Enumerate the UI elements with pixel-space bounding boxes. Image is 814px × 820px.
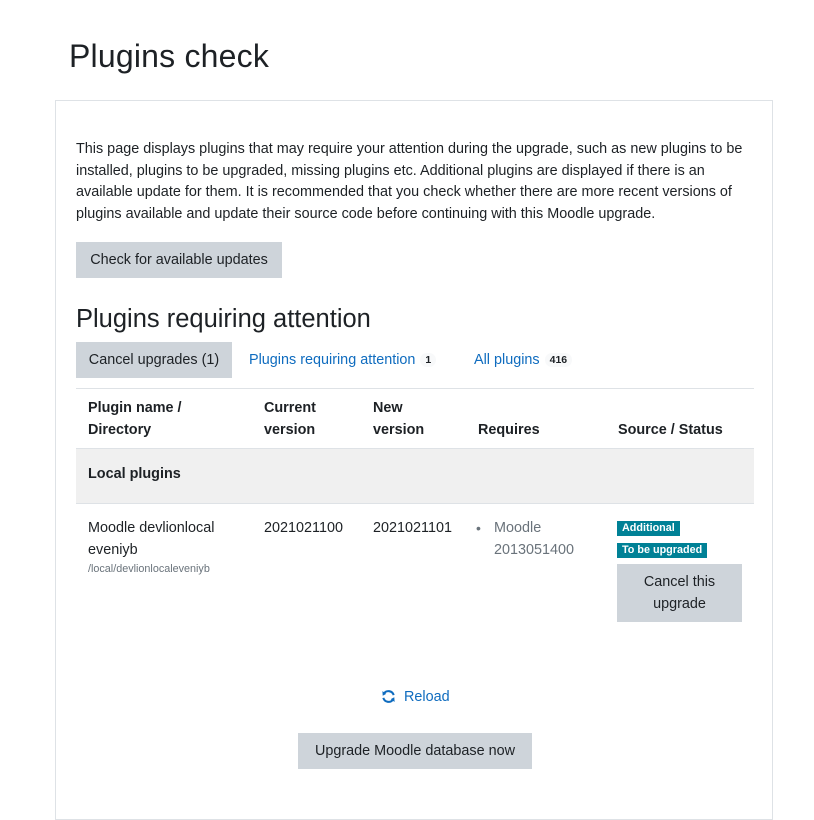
group-label: Local plugins — [88, 466, 181, 482]
status-badge-to-be-upgraded: To be upgraded — [617, 543, 708, 558]
tab-all-plugins[interactable]: All plugins 416 — [474, 342, 573, 378]
requires-item: Moodle 2013051400 — [494, 520, 575, 558]
header-plugin-name: Plugin name / Directory — [88, 400, 182, 438]
reload-label: Reload — [404, 689, 450, 705]
table-header: Plugin name / Directory Current version … — [76, 388, 754, 448]
plugin-directory: /local/devlionlocaleveniyb — [88, 563, 210, 575]
header-new-version: New version — [373, 400, 425, 438]
group-row-local-plugins: Local plugins — [76, 448, 754, 504]
plugin-filter-tabs: Cancel upgrades (1) Plugins requiring at… — [76, 342, 754, 389]
bullet-icon: • — [476, 520, 481, 536]
header-requires: Requires — [478, 422, 540, 438]
tab-label: Plugins requiring attention — [249, 352, 416, 368]
status-badge-additional: Additional — [617, 521, 680, 536]
refresh-icon — [382, 690, 395, 703]
section-title: Plugins requiring attention — [76, 305, 371, 333]
tab-plugins-requiring-attention[interactable]: Plugins requiring attention 1 — [249, 342, 437, 378]
check-updates-button[interactable]: Check for available updates — [76, 242, 282, 278]
reload-link[interactable]: Reload — [381, 689, 450, 705]
page-title: Plugins check — [69, 38, 270, 74]
tab-cancel-upgrades[interactable]: Cancel upgrades (1) — [76, 342, 232, 378]
plugin-name: Moodle devlionlocal eveniyb — [88, 520, 215, 558]
header-source-status: Source / Status — [618, 422, 723, 438]
cancel-upgrade-button[interactable]: Cancel this upgrade — [617, 564, 742, 622]
plugins-check-card: This page displays plugins that may requ… — [55, 100, 773, 820]
new-version: 2021021101 — [373, 520, 452, 536]
tab-label: All plugins — [474, 352, 540, 368]
upgrade-database-button[interactable]: Upgrade Moodle database now — [298, 733, 532, 769]
count-badge: 416 — [544, 353, 573, 367]
current-version: 2021021100 — [264, 520, 343, 536]
header-current-version: Current version — [264, 400, 316, 438]
count-badge: 1 — [420, 353, 437, 367]
intro-text: This page displays plugins that may requ… — [76, 141, 743, 222]
